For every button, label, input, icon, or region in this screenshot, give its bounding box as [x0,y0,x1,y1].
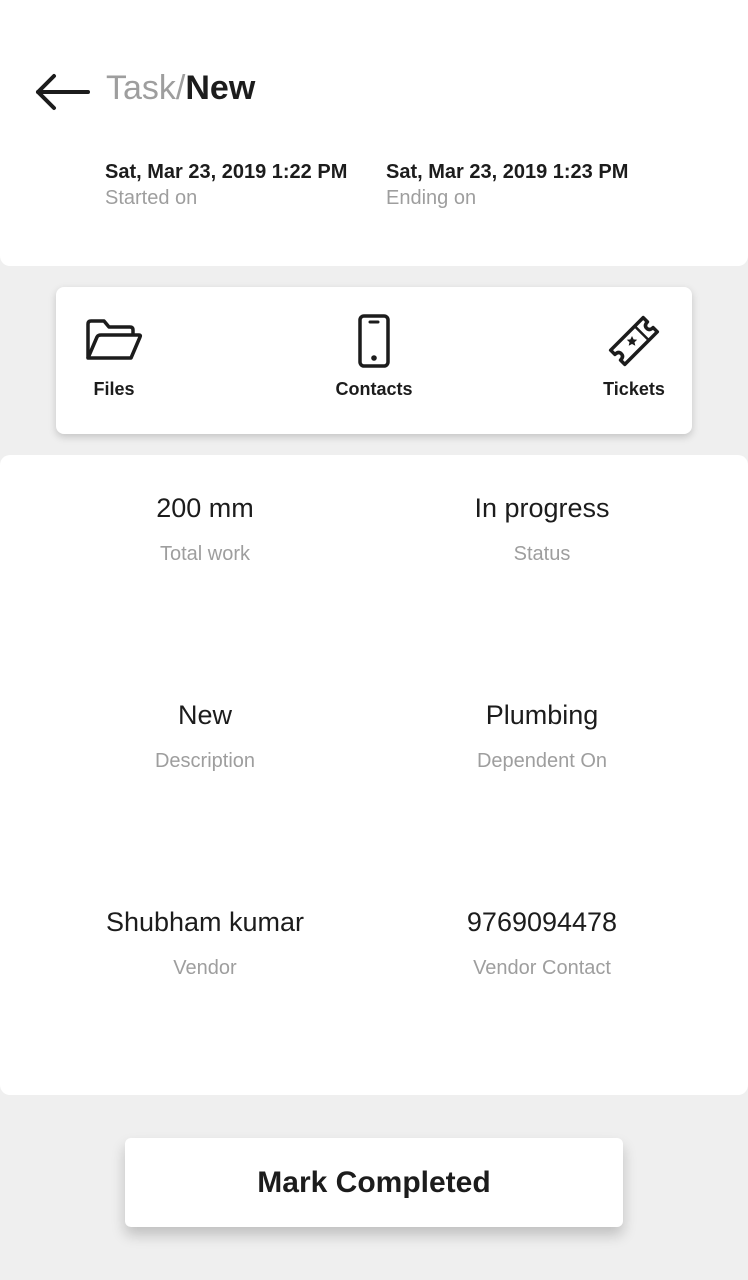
header-card: Task/New Sat, Mar 23, 2019 1:22 PM Start… [0,0,748,266]
contacts-label: Contacts [335,379,413,399]
contacts-button[interactable]: Contacts [324,313,424,400]
dependent-on-field: Plumbing Dependent On [355,698,729,774]
page-title: New [185,69,256,107]
ending-on: Sat, Mar 23, 2019 1:23 PM Ending on [386,158,628,210]
vendor-label: Vendor [173,957,237,979]
started-on: Sat, Mar 23, 2019 1:22 PM Started on [105,158,347,210]
ending-on-value: Sat, Mar 23, 2019 1:23 PM [386,161,629,183]
files-label: Files [93,379,135,399]
ending-on-label: Ending on [386,187,477,209]
description-field: New Description [18,698,392,774]
started-on-label: Started on [105,187,198,209]
vendor-value: Shubham kumar [105,907,305,937]
folder-open-icon [84,313,144,369]
status-label: Status [513,543,571,565]
tickets-label: Tickets [603,379,665,399]
total-work-label: Total work [159,543,251,565]
status-field: In progress Status [355,491,729,567]
description-value: New [177,700,232,730]
vendor-field: Shubham kumar Vendor [18,905,392,981]
dependent-on-value: Plumbing [485,700,599,730]
phone-icon [344,313,404,369]
ticket-icon [604,313,664,369]
back-button[interactable] [34,70,94,114]
description-label: Description [154,750,256,772]
dependent-on-label: Dependent On [476,750,608,772]
action-card: Files Contacts Tickets [56,287,692,434]
breadcrumb-parent[interactable]: Task/ [106,69,185,107]
status-value: In progress [474,493,610,523]
details-card: 200 mm Total work In progress Status New… [0,455,748,1095]
vendor-contact-label: Vendor Contact [473,957,611,979]
total-work-field: 200 mm Total work [18,491,392,567]
vendor-contact-field: 9769094478 Vendor Contact [355,905,729,981]
started-on-value: Sat, Mar 23, 2019 1:22 PM [105,161,348,183]
files-button[interactable]: Files [78,313,150,400]
breadcrumb: Task/New [106,66,255,110]
total-work-value: 200 mm [156,493,254,523]
mark-completed-button[interactable]: Mark Completed [125,1138,623,1227]
tickets-button[interactable]: Tickets [594,313,674,400]
arrow-left-icon[interactable] [34,72,90,112]
vendor-contact-value: 9769094478 [466,907,618,937]
